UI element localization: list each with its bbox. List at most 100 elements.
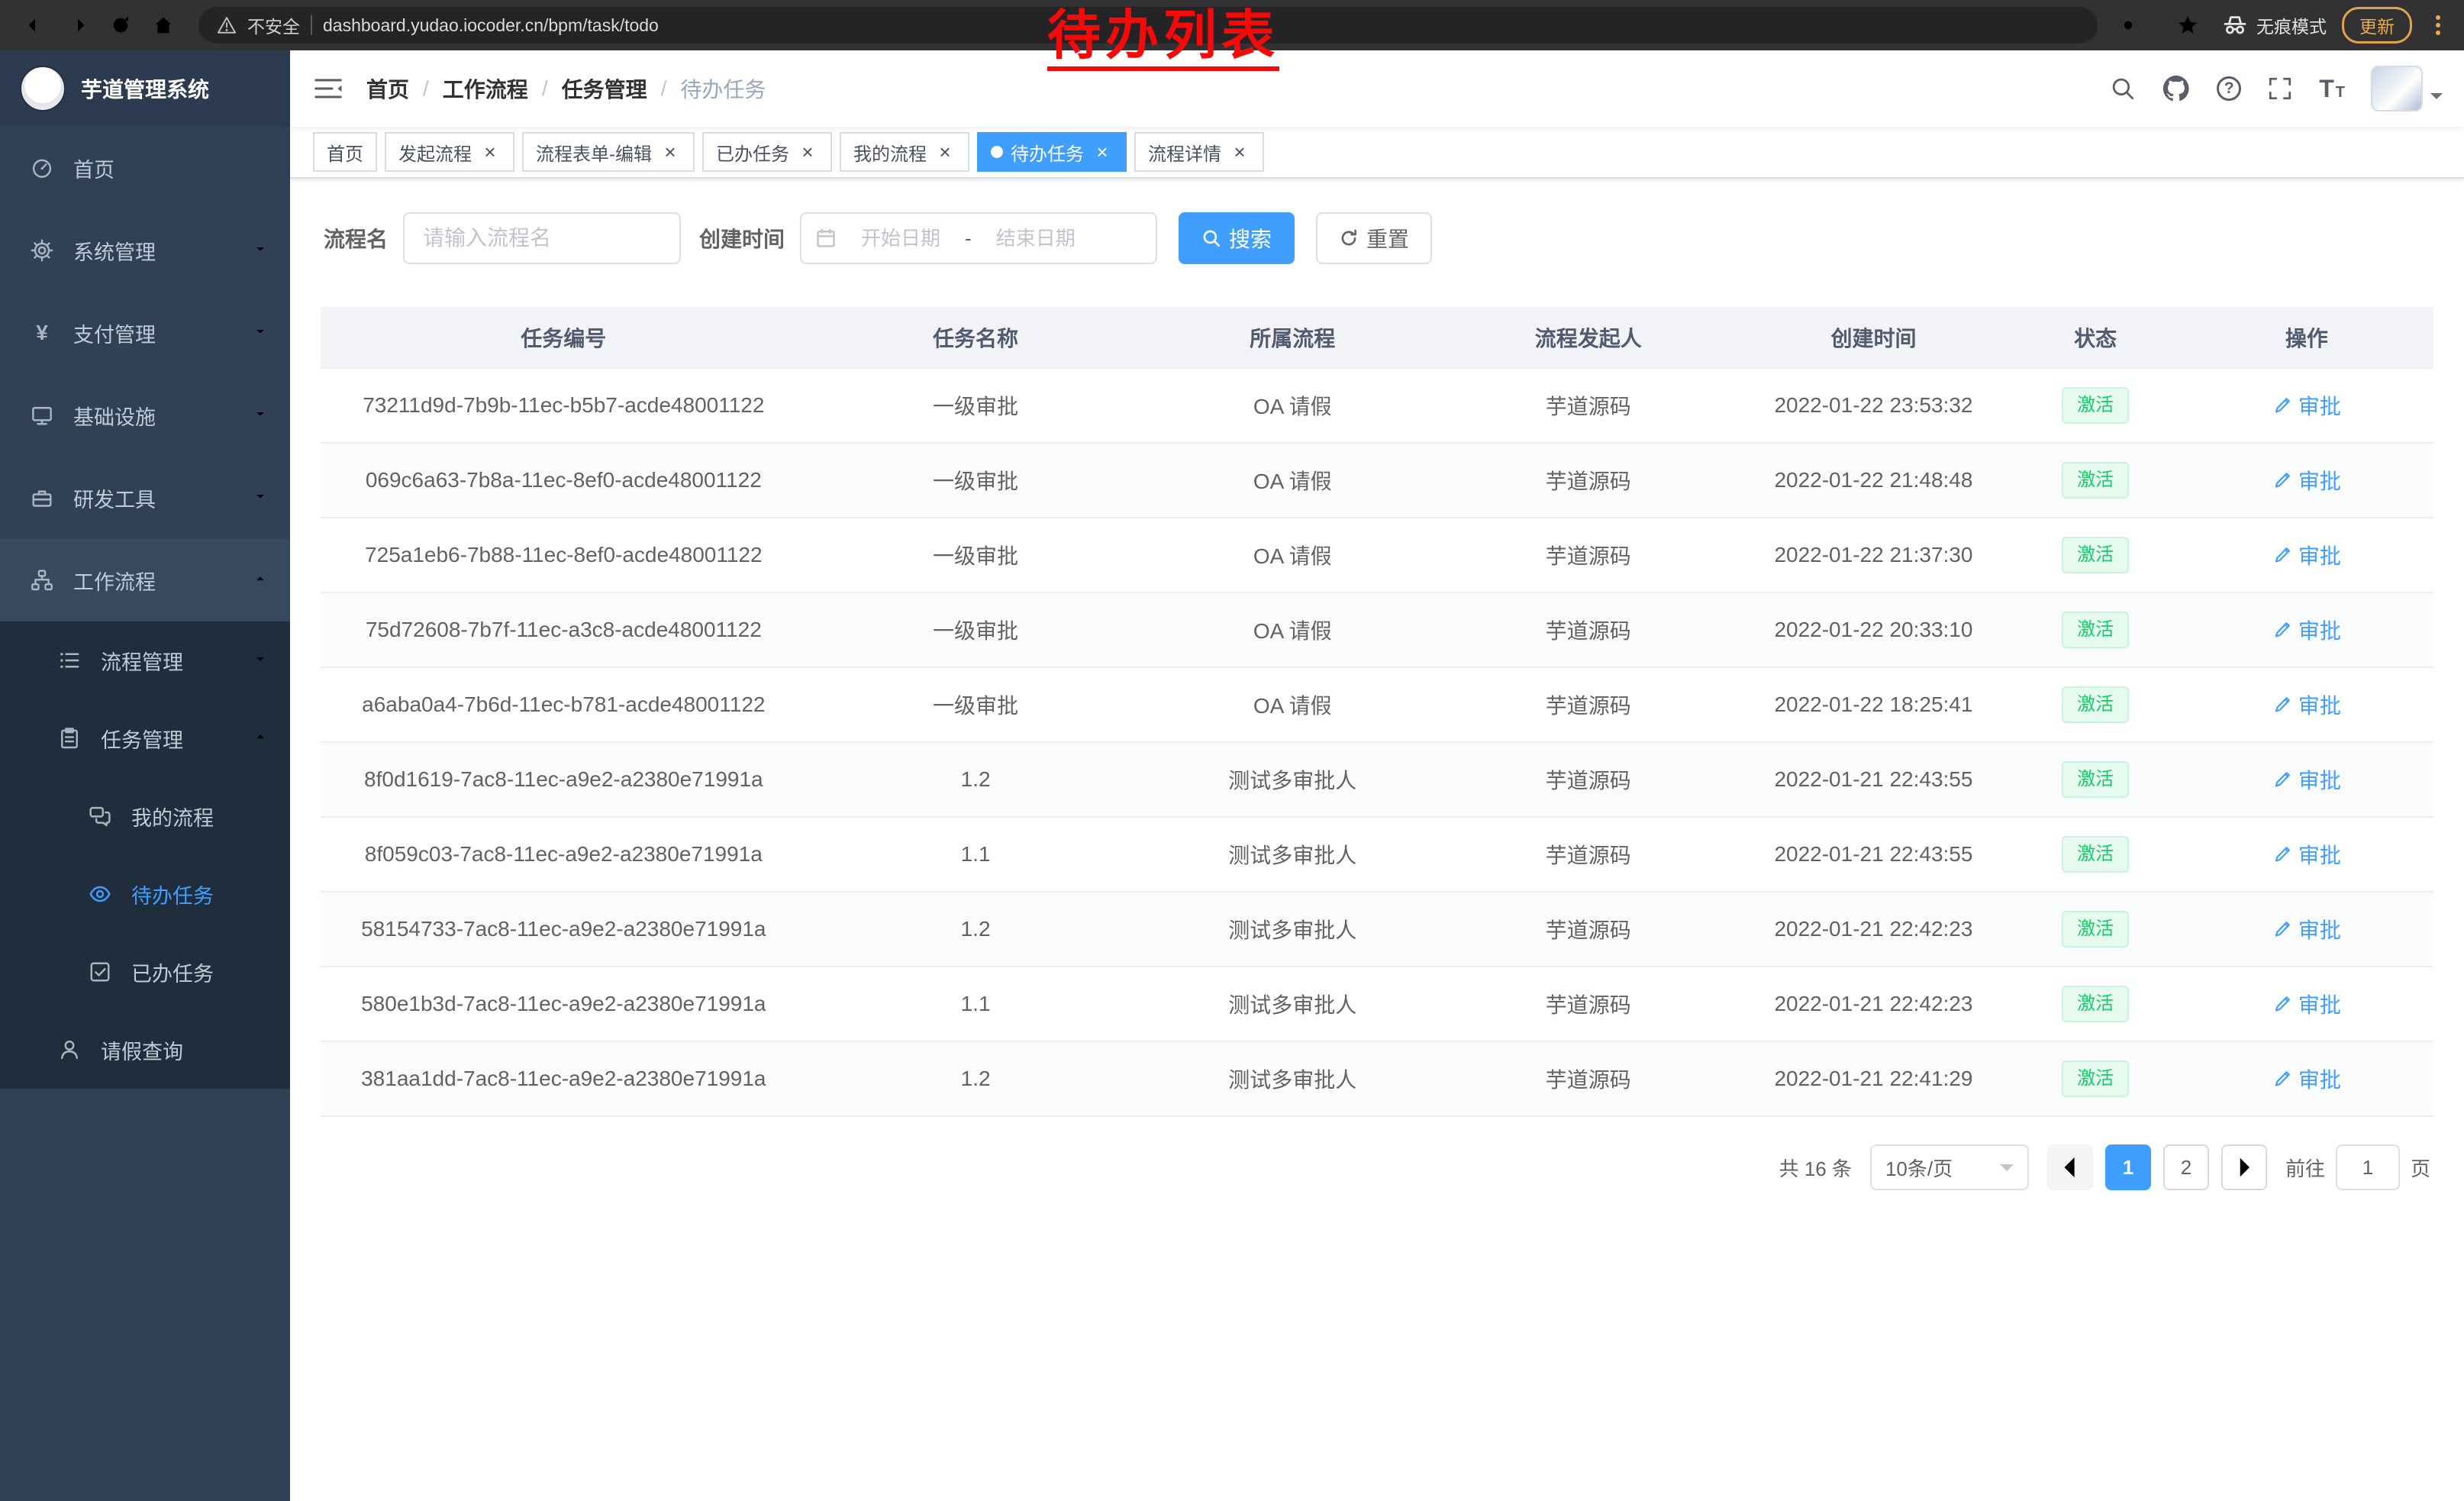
task-id-cell: 8f059c03-7ac8-11ec-a9e2-a2380e71991a: [321, 817, 807, 892]
browser-menu-icon[interactable]: [2427, 10, 2449, 40]
tab-todo-tasks[interactable]: 待办任务 ×: [977, 132, 1127, 172]
tab-close-icon[interactable]: ×: [797, 141, 818, 163]
column-header[interactable]: 任务名称: [807, 307, 1145, 368]
sidebar-item-workflow[interactable]: 工作流程: [0, 539, 290, 621]
page-2-button[interactable]: 2: [2163, 1144, 2209, 1190]
action-cell: 审批: [2180, 1041, 2433, 1116]
text-size-icon[interactable]: [2319, 75, 2345, 103]
page-1-button[interactable]: 1: [2105, 1144, 2151, 1190]
hamburger-icon[interactable]: [290, 73, 366, 104]
active-tab-dot: [991, 146, 1003, 158]
sidebar-item-payment[interactable]: ¥支付管理: [0, 292, 290, 374]
approve-link[interactable]: 审批: [2272, 764, 2341, 795]
sidebar-menu: 首页系统管理¥支付管理基础设施研发工具工作流程流程管理任务管理我的流程待办任务已…: [0, 127, 290, 1501]
column-header[interactable]: 任务编号: [321, 307, 807, 368]
sidebar-item-todo-tasks[interactable]: 待办任务: [0, 855, 290, 933]
column-header[interactable]: 状态: [2011, 307, 2179, 368]
sidebar-item-label: 我的流程: [131, 802, 269, 831]
task-name-cell: 1.2: [807, 892, 1145, 967]
breadcrumb-item[interactable]: 首页: [366, 73, 409, 104]
key-icon[interactable]: [2113, 5, 2153, 45]
approve-link[interactable]: 审批: [2272, 689, 2341, 720]
status-tag: 激活: [2062, 686, 2129, 723]
date-range-picker[interactable]: -: [800, 212, 1157, 264]
sidebar-item-infrastructure[interactable]: 基础设施: [0, 374, 290, 457]
home-button[interactable]: [144, 5, 183, 45]
address-bar[interactable]: 不安全 dashboard.yudao.iocoder.cn/bpm/task/…: [198, 7, 2098, 44]
reload-button[interactable]: [101, 5, 140, 45]
action-cell: 审批: [2180, 742, 2433, 817]
process-name-input[interactable]: [403, 212, 681, 264]
approve-label: 审批: [2298, 989, 2341, 1019]
breadcrumb-item[interactable]: 工作流程: [443, 73, 528, 104]
page-size-select[interactable]: 10条/页: [1870, 1144, 2029, 1190]
chevron-down-icon: [2000, 1164, 2014, 1178]
tab-close-icon[interactable]: ×: [660, 141, 681, 163]
tab-close-icon[interactable]: ×: [934, 141, 956, 163]
url-text[interactable]: dashboard.yudao.iocoder.cn/bpm/task/todo: [323, 15, 659, 36]
update-button[interactable]: 更新: [2342, 7, 2412, 44]
status-cell: 激活: [2011, 592, 2179, 667]
tab-start-process[interactable]: 发起流程×: [385, 132, 514, 172]
question-icon[interactable]: [2217, 76, 2241, 101]
breadcrumb-item[interactable]: 任务管理: [562, 73, 647, 104]
forward-button[interactable]: [58, 5, 98, 45]
sidebar-item-done-tasks[interactable]: 已办任务: [0, 933, 290, 1011]
table-row: 75d72608-7b7f-11ec-a3c8-acde48001122一级审批…: [321, 592, 2433, 667]
column-header[interactable]: 流程发起人: [1440, 307, 1737, 368]
navbar: 首页/工作流程/任务管理/待办任务: [290, 50, 2464, 127]
tab-label: 待办任务: [1011, 139, 1084, 166]
table-body: 73211d9d-7b9b-11ec-b5b7-acde48001122一级审批…: [321, 368, 2433, 1116]
app-logo[interactable]: 芋道管理系统: [0, 50, 290, 127]
status-cell: 激活: [2011, 742, 2179, 817]
column-header[interactable]: 所属流程: [1145, 307, 1441, 368]
tab-close-icon[interactable]: ×: [1229, 141, 1250, 163]
tab-done-tasks[interactable]: 已办任务×: [702, 132, 832, 172]
github-icon[interactable]: [2162, 74, 2191, 103]
column-header[interactable]: 操作: [2180, 307, 2433, 368]
sidebar-item-task-management[interactable]: 任务管理: [0, 699, 290, 777]
table-row: 8f0d1619-7ac8-11ec-a9e2-a2380e71991a1.2测…: [321, 742, 2433, 817]
sidebar-item-leave-query[interactable]: 请假查询: [0, 1011, 290, 1089]
sidebar-item-label: 基础设施: [73, 401, 252, 431]
approve-link[interactable]: 审批: [2272, 465, 2341, 495]
prev-page-button[interactable]: [2047, 1144, 2093, 1190]
sidebar-item-home[interactable]: 首页: [0, 127, 290, 209]
goto-page-input[interactable]: [2336, 1144, 2400, 1190]
tab-close-icon[interactable]: ×: [479, 141, 501, 163]
column-header[interactable]: 创建时间: [1737, 307, 2011, 368]
next-page-button[interactable]: [2221, 1144, 2267, 1190]
tab-form-edit[interactable]: 流程表单-编辑×: [522, 132, 695, 172]
approve-link[interactable]: 审批: [2272, 989, 2341, 1019]
sidebar-item-devtools[interactable]: 研发工具: [0, 457, 290, 539]
tab-home[interactable]: 首页: [313, 132, 377, 172]
start-date-input[interactable]: [843, 227, 959, 250]
user-menu[interactable]: [2371, 66, 2443, 111]
sidebar-item-my-processes[interactable]: 我的流程: [0, 777, 290, 855]
search-icon[interactable]: [2110, 76, 2136, 102]
end-date-input[interactable]: [978, 227, 1094, 250]
tab-process-detail[interactable]: 流程详情×: [1134, 132, 1264, 172]
reset-button[interactable]: 重置: [1316, 212, 1432, 264]
task-id-cell: a6aba0a4-7b6d-11ec-b781-acde48001122: [321, 667, 807, 742]
chat-icon: [87, 805, 113, 828]
table-row: 381aa1dd-7ac8-11ec-a9e2-a2380e71991a1.2测…: [321, 1041, 2433, 1116]
tab-my-processes[interactable]: 我的流程×: [840, 132, 969, 172]
approve-link[interactable]: 审批: [2272, 540, 2341, 570]
search-button[interactable]: 搜索: [1179, 212, 1295, 264]
approve-label: 审批: [2298, 689, 2341, 720]
approve-link[interactable]: 审批: [2272, 914, 2341, 944]
back-button[interactable]: [15, 5, 55, 45]
approve-link[interactable]: 审批: [2272, 615, 2341, 645]
tab-close-icon[interactable]: ×: [1092, 141, 1113, 163]
approve-link[interactable]: 审批: [2272, 390, 2341, 421]
security-label[interactable]: 不安全: [247, 12, 300, 38]
approve-link[interactable]: 审批: [2272, 839, 2341, 870]
star-icon[interactable]: [2168, 5, 2208, 45]
main-area: 首页/工作流程/任务管理/待办任务 首页发起流程×流程表单-编辑×已办任务×我的…: [290, 50, 2464, 1501]
refresh-icon: [1339, 228, 1359, 248]
fullscreen-icon[interactable]: [2267, 76, 2293, 102]
sidebar-item-system[interactable]: 系统管理: [0, 209, 290, 292]
sidebar-item-process-management[interactable]: 流程管理: [0, 621, 290, 699]
approve-link[interactable]: 审批: [2272, 1064, 2341, 1094]
